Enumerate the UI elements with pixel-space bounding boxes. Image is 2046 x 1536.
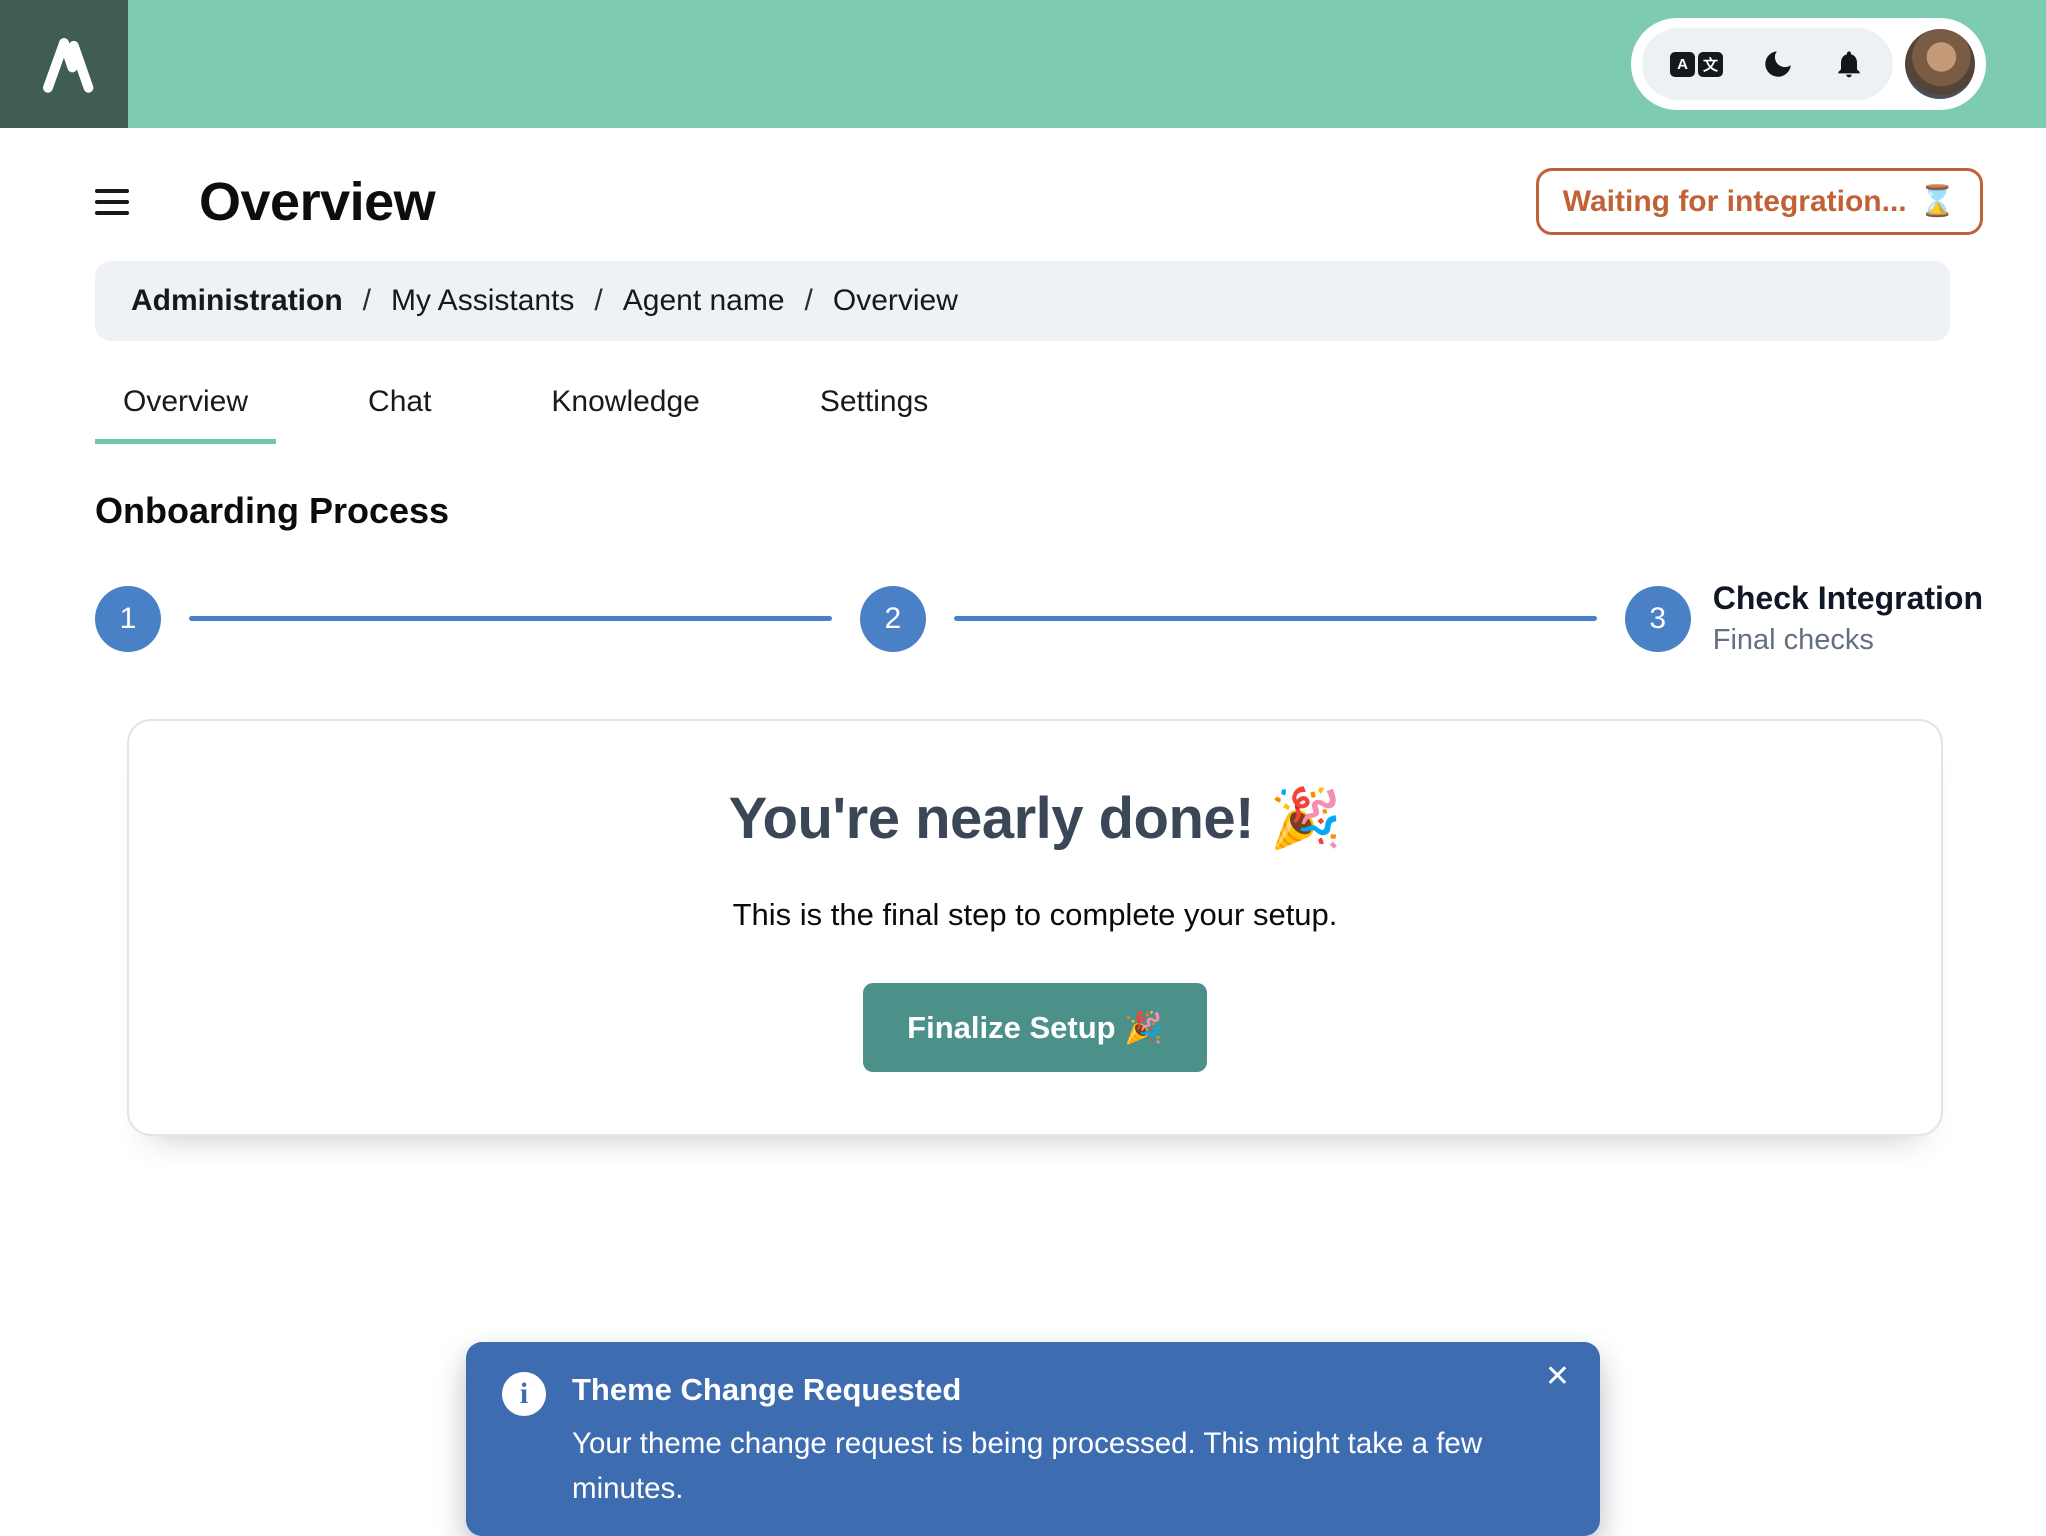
cjk-letter-icon: 文 — [1698, 51, 1723, 77]
dark-mode-toggle-button[interactable] — [1761, 47, 1795, 81]
status-badge-label: Waiting for integration... — [1562, 184, 1907, 218]
breadcrumb: Administration / My Assistants / Agent n… — [95, 261, 1950, 341]
title-row: Overview Waiting for integration... ⌛ — [95, 168, 1983, 235]
user-avatar[interactable] — [1905, 29, 1975, 99]
app-header: A 文 — [0, 0, 2046, 128]
tab-knowledge[interactable]: Knowledge — [523, 385, 727, 444]
breadcrumb-item-administration[interactable]: Administration — [131, 284, 343, 318]
info-icon: i — [502, 1372, 546, 1416]
hamburger-icon — [95, 188, 129, 193]
tab-overview[interactable]: Overview — [95, 385, 277, 444]
step-2-indicator[interactable]: 2 — [859, 585, 926, 652]
tab-bar: Overview Chat Knowledge Settings — [95, 385, 1983, 444]
breadcrumb-item-agent-name[interactable]: Agent name — [623, 284, 785, 318]
page-title: Overview — [199, 171, 436, 232]
breadcrumb-separator: / — [594, 284, 603, 317]
integration-status-badge: Waiting for integration... ⌛ — [1535, 168, 1983, 235]
tab-settings[interactable]: Settings — [792, 385, 956, 444]
card-subtext: This is the final step to complete your … — [732, 897, 1338, 932]
breadcrumb-separator: / — [804, 284, 813, 317]
theme-change-toast: i Theme Change Requested Your theme chan… — [466, 1342, 1600, 1536]
hamburger-menu-button[interactable] — [95, 185, 129, 219]
toast-text: Theme Change Requested Your theme change… — [572, 1368, 1564, 1512]
breadcrumb-item-overview: Overview — [832, 284, 958, 317]
section-title: Onboarding Process — [95, 490, 450, 531]
close-icon[interactable]: ✕ — [1545, 1362, 1570, 1392]
tab-chat[interactable]: Chat — [340, 385, 459, 444]
notifications-button[interactable] — [1833, 48, 1865, 80]
finalize-setup-button[interactable]: Finalize Setup 🎉 — [863, 983, 1207, 1072]
step-3-subtitle: Final checks — [1712, 624, 1874, 656]
step-3-labels: Check Integration Final checks — [1713, 580, 1983, 657]
breadcrumb-item-my-assistants[interactable]: My Assistants — [391, 284, 574, 318]
step-connector-line — [953, 616, 1597, 621]
latin-letter-icon: A — [1670, 51, 1695, 77]
card-heading: You're nearly done! 🎉 — [728, 786, 1342, 851]
toast-title: Theme Change Requested — [572, 1372, 962, 1407]
app-logo[interactable] — [0, 0, 128, 128]
step-1-indicator[interactable]: 1 — [95, 585, 161, 652]
step-3-title: Check Integration — [1712, 580, 1984, 616]
language-toggle-button[interactable]: A 文 — [1670, 51, 1723, 77]
main-content: Overview Waiting for integration... ⌛ Ad… — [0, 168, 2046, 1136]
toast-body: Your theme change request is being proce… — [572, 1427, 1483, 1505]
breadcrumb-separator: / — [362, 284, 372, 317]
hourglass-icon: ⌛ — [1918, 185, 1956, 218]
bell-icon — [1838, 51, 1860, 78]
final-step-card: You're nearly done! 🎉 This is the final … — [127, 719, 1943, 1136]
moon-icon — [1765, 51, 1791, 77]
header-controls-pill: A 文 — [1631, 18, 1986, 110]
onboarding-stepper: 1 2 3 Check Integration Final checks — [95, 580, 1983, 657]
header-icons-group: A 文 — [1642, 28, 1893, 100]
step-3-indicator[interactable]: 3 — [1624, 585, 1691, 652]
step-connector-line — [189, 616, 832, 621]
brand-logo-icon — [43, 38, 94, 93]
